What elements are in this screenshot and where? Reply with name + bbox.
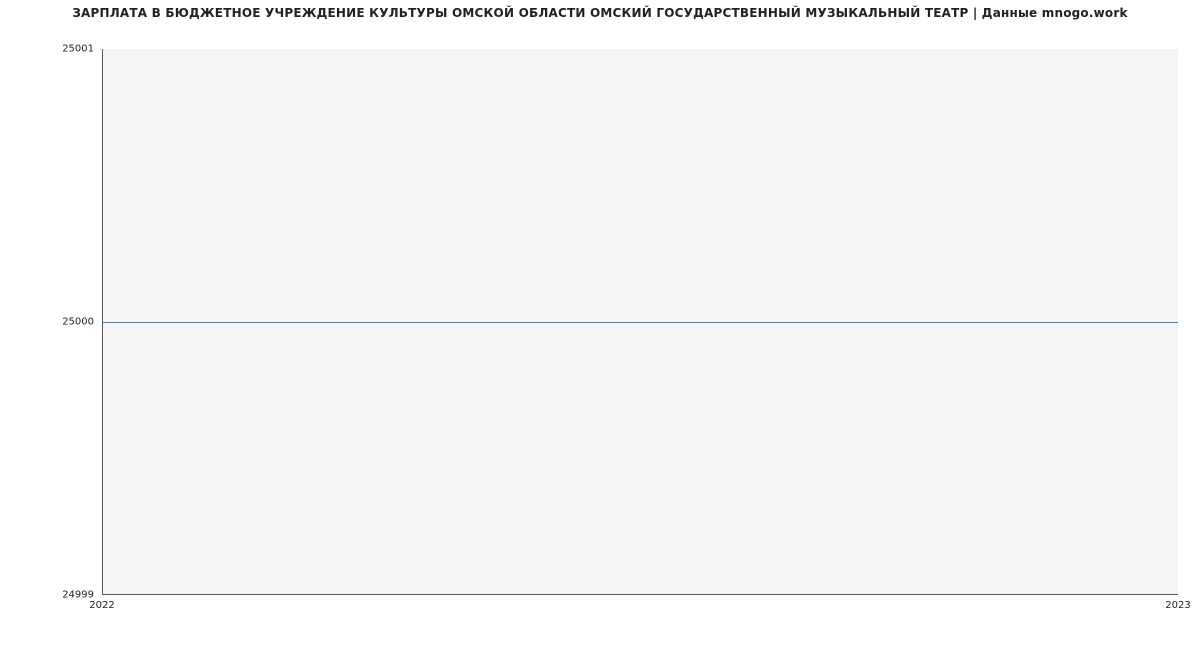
chart-title: ЗАРПЛАТА В БЮДЖЕТНОЕ УЧРЕЖДЕНИЕ КУЛЬТУРЫ… bbox=[0, 6, 1200, 20]
x-tick-label: 2023 bbox=[1165, 600, 1190, 611]
plot-area bbox=[102, 49, 1178, 595]
y-tick-label: 24999 bbox=[8, 590, 94, 601]
x-tick-label: 2022 bbox=[89, 600, 114, 611]
y-tick-label: 25000 bbox=[8, 317, 94, 328]
chart-container: ЗАРПЛАТА В БЮДЖЕТНОЕ УЧРЕЖДЕНИЕ КУЛЬТУРЫ… bbox=[0, 0, 1200, 650]
y-tick-label: 25001 bbox=[8, 44, 94, 55]
data-line bbox=[103, 322, 1178, 323]
